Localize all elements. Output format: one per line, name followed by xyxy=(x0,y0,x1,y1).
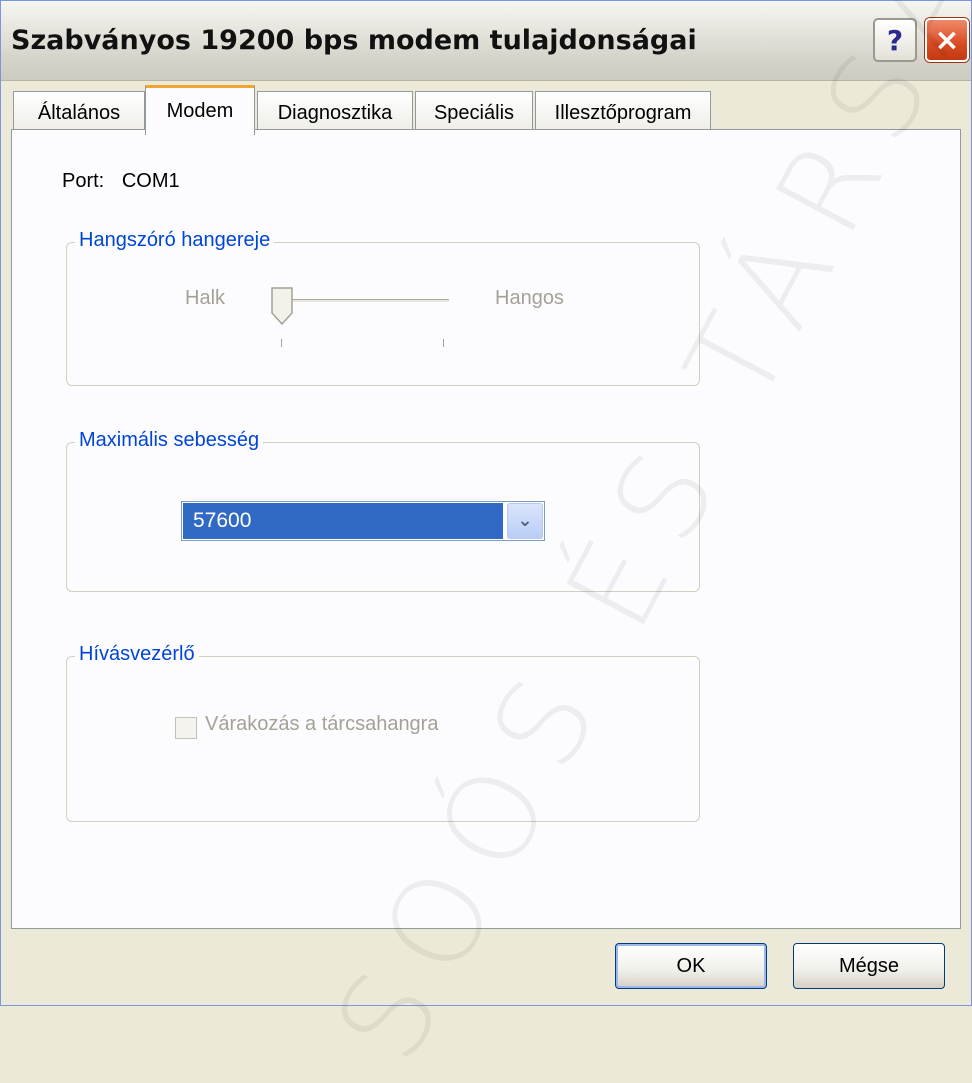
modem-tab-panel: Port: COM1 Hangszóró hangereje Halk Hang… xyxy=(11,129,961,929)
title-bar[interactable]: Szabványos 19200 bps modem tulajdonságai… xyxy=(1,1,971,81)
speaker-volume-group: Hangszóró hangereje Halk Hangos xyxy=(66,229,700,386)
port-value: COM1 xyxy=(121,170,180,192)
dial-control-group: Hívásvezérlő Várakozás a tárcsahangra xyxy=(66,643,700,822)
ok-button[interactable]: OK xyxy=(615,943,767,989)
max-speed-combobox[interactable]: 57600 ⌄ xyxy=(181,501,545,541)
help-icon[interactable]: ? xyxy=(873,18,917,62)
cancel-button[interactable]: Mégse xyxy=(793,943,945,989)
volume-slider-track[interactable] xyxy=(275,299,449,303)
max-speed-selected-value[interactable]: 57600 xyxy=(183,503,503,539)
max-speed-title: Maximális sebesség xyxy=(75,429,264,452)
port-row: Port: COM1 xyxy=(62,170,192,193)
tab-modem[interactable]: Modem xyxy=(145,85,255,135)
volume-slider-thumb[interactable] xyxy=(271,287,293,325)
wait-for-dial-tone-label: Várakozás a tárcsahangra xyxy=(205,713,439,735)
wait-for-dial-tone-checkbox[interactable] xyxy=(175,717,197,739)
max-speed-group: Maximális sebesség 57600 ⌄ xyxy=(66,429,700,592)
speaker-volume-title: Hangszóró hangereje xyxy=(75,229,275,252)
dial-control-title: Hívásvezérlő xyxy=(75,643,199,666)
properties-dialog: Szabványos 19200 bps modem tulajdonságai… xyxy=(0,0,972,1083)
chevron-down-icon[interactable]: ⌄ xyxy=(507,503,543,539)
window-title: Szabványos 19200 bps modem tulajdonságai xyxy=(11,25,697,56)
slider-tick-max xyxy=(443,339,444,347)
slider-min-label: Halk xyxy=(185,287,226,309)
close-icon[interactable]: × xyxy=(925,18,969,62)
slider-max-label: Hangos xyxy=(495,287,564,309)
port-label: Port: xyxy=(62,170,105,192)
slider-tick-min xyxy=(281,339,282,347)
